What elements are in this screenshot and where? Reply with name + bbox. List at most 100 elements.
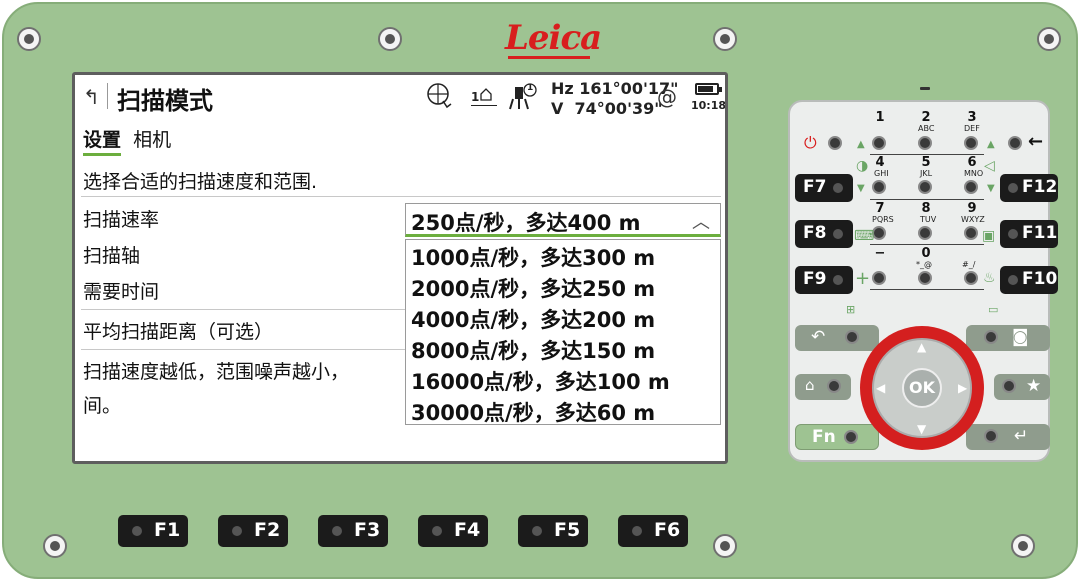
f12-label: F12 [1022, 177, 1058, 197]
f1-label: F1 [154, 519, 181, 541]
keypad-divider [870, 199, 984, 200]
key-7-letters: PQRS [872, 215, 894, 224]
key-6-letters: MNO [964, 169, 984, 178]
power-button[interactable] [828, 136, 842, 150]
scan-rate-select[interactable]: 250点/秒，多达400 m ︿ [405, 203, 721, 237]
key-hash-symbols: #_/ [962, 260, 976, 269]
f9-key[interactable]: F9 [795, 266, 853, 294]
backspace-icon: ← [1028, 131, 1044, 152]
screw [1037, 27, 1061, 51]
arrow-right-icon[interactable]: ▶ [958, 381, 967, 395]
avg-distance-label[interactable]: 平均扫描距离（可选） [83, 317, 273, 344]
monitor-icon: ▭ [988, 303, 999, 316]
battery-level [698, 86, 713, 92]
key-0-label: 0 [921, 246, 931, 261]
f4-dot [432, 526, 442, 536]
key-2-letters: ABC [918, 124, 935, 133]
key-6[interactable] [964, 180, 978, 194]
arrow-up-icon[interactable]: ▲ [917, 340, 926, 354]
f2-label: F2 [254, 519, 281, 541]
f10-dot [1008, 275, 1018, 285]
key-3[interactable] [964, 136, 978, 150]
backspace-button[interactable] [1008, 136, 1022, 150]
triangle-up-icon: ▲ [987, 139, 995, 150]
f6-key[interactable]: F6 [618, 515, 688, 547]
key-9[interactable] [964, 226, 978, 240]
key-8-label: 8 [921, 201, 931, 216]
key-0[interactable] [918, 271, 932, 285]
triangle-down-icon: ▼ [987, 183, 995, 194]
key-hash[interactable] [964, 271, 978, 285]
screw [713, 27, 737, 51]
dropdown-option[interactable]: 1000点/秒，多达300 m [411, 242, 655, 272]
dropdown-option[interactable]: 30000点/秒，多达60 m [411, 397, 655, 427]
favourites-button[interactable]: ★ [994, 374, 1050, 400]
fn-dot [844, 430, 858, 444]
scan-rate-label: 扫描速率 [83, 209, 160, 231]
v-readout: V 74°00'39" [551, 99, 663, 118]
tab-camera[interactable]: 相机 [133, 125, 171, 152]
key-2[interactable] [918, 136, 932, 150]
keypad-divider [870, 289, 984, 290]
f5-key[interactable]: F5 [518, 515, 588, 547]
fn-button[interactable]: Fn [795, 424, 879, 450]
fn-label: Fn [812, 427, 836, 447]
key-7-label: 7 [875, 201, 885, 216]
home-icon: ⌂ [805, 376, 815, 394]
power-icon: ⏻ [804, 133, 817, 152]
f8-dot [833, 229, 843, 239]
prism-count-icon: 1 [471, 87, 497, 106]
scan-axis-label: 扫描轴 [83, 245, 141, 267]
ok-button[interactable]: OK [902, 368, 942, 408]
f5-dot [532, 526, 542, 536]
undo-icon: ↶ [811, 327, 826, 347]
enter-button[interactable]: ↵ [966, 424, 1050, 450]
f8-key[interactable]: F8 [795, 220, 853, 248]
brand-logo: Leica [505, 18, 602, 58]
f1-dot [132, 526, 142, 536]
f10-label: F10 [1022, 269, 1058, 289]
dropdown-option[interactable]: 2000点/秒，多达250 m [411, 273, 655, 303]
camera-icon: ◙ [1012, 327, 1029, 347]
f12-key[interactable]: F12 [1000, 174, 1058, 202]
f7-key[interactable]: F7 [795, 174, 853, 202]
tab-settings[interactable]: 设置 [83, 125, 122, 156]
screw [713, 534, 737, 558]
dropdown-option[interactable]: 16000点/秒，多达100 m [411, 366, 670, 396]
key-1[interactable] [872, 136, 886, 150]
target-icon [425, 81, 455, 115]
key-3-label: 3 [967, 110, 977, 125]
brand-logo-underline [508, 56, 590, 59]
key-4-label: 4 [875, 155, 885, 170]
key-4[interactable] [872, 180, 886, 194]
escape-button[interactable]: ↶ [795, 325, 879, 351]
star-icon: ★ [1026, 376, 1042, 396]
at-icon: @ [657, 85, 677, 109]
f11-key[interactable]: F11 [1000, 220, 1058, 248]
dropdown-option[interactable]: 4000点/秒，多达200 m [411, 304, 655, 334]
key-minus[interactable] [872, 271, 886, 285]
key-5[interactable] [918, 180, 932, 194]
camera-button[interactable]: ◙ [966, 325, 1050, 351]
f10-key[interactable]: F10 [1000, 266, 1058, 294]
f3-key[interactable]: F3 [318, 515, 388, 547]
dropdown-option[interactable]: 8000点/秒，多达150 m [411, 335, 655, 365]
status-led [920, 87, 930, 90]
keyboard-icon: ⌨ [854, 228, 875, 244]
key-1-label: 1 [875, 110, 885, 125]
back-icon[interactable]: ↰ [83, 85, 100, 109]
screw [17, 27, 41, 51]
triangle-down-icon: ▼ [857, 183, 865, 194]
key-8[interactable] [918, 226, 932, 240]
f1-key[interactable]: F1 [118, 515, 188, 547]
f2-key[interactable]: F2 [218, 515, 288, 547]
screw [1011, 534, 1035, 558]
triangle-up-icon: ▲ [857, 139, 865, 150]
key-4-letters: GHI [874, 169, 889, 178]
keypad-divider [870, 244, 984, 245]
arrow-down-icon[interactable]: ▼ [917, 422, 926, 436]
divider [81, 196, 721, 197]
home-button[interactable]: ⌂ [795, 374, 851, 400]
f4-key[interactable]: F4 [418, 515, 488, 547]
arrow-left-icon[interactable]: ◀ [876, 381, 885, 395]
